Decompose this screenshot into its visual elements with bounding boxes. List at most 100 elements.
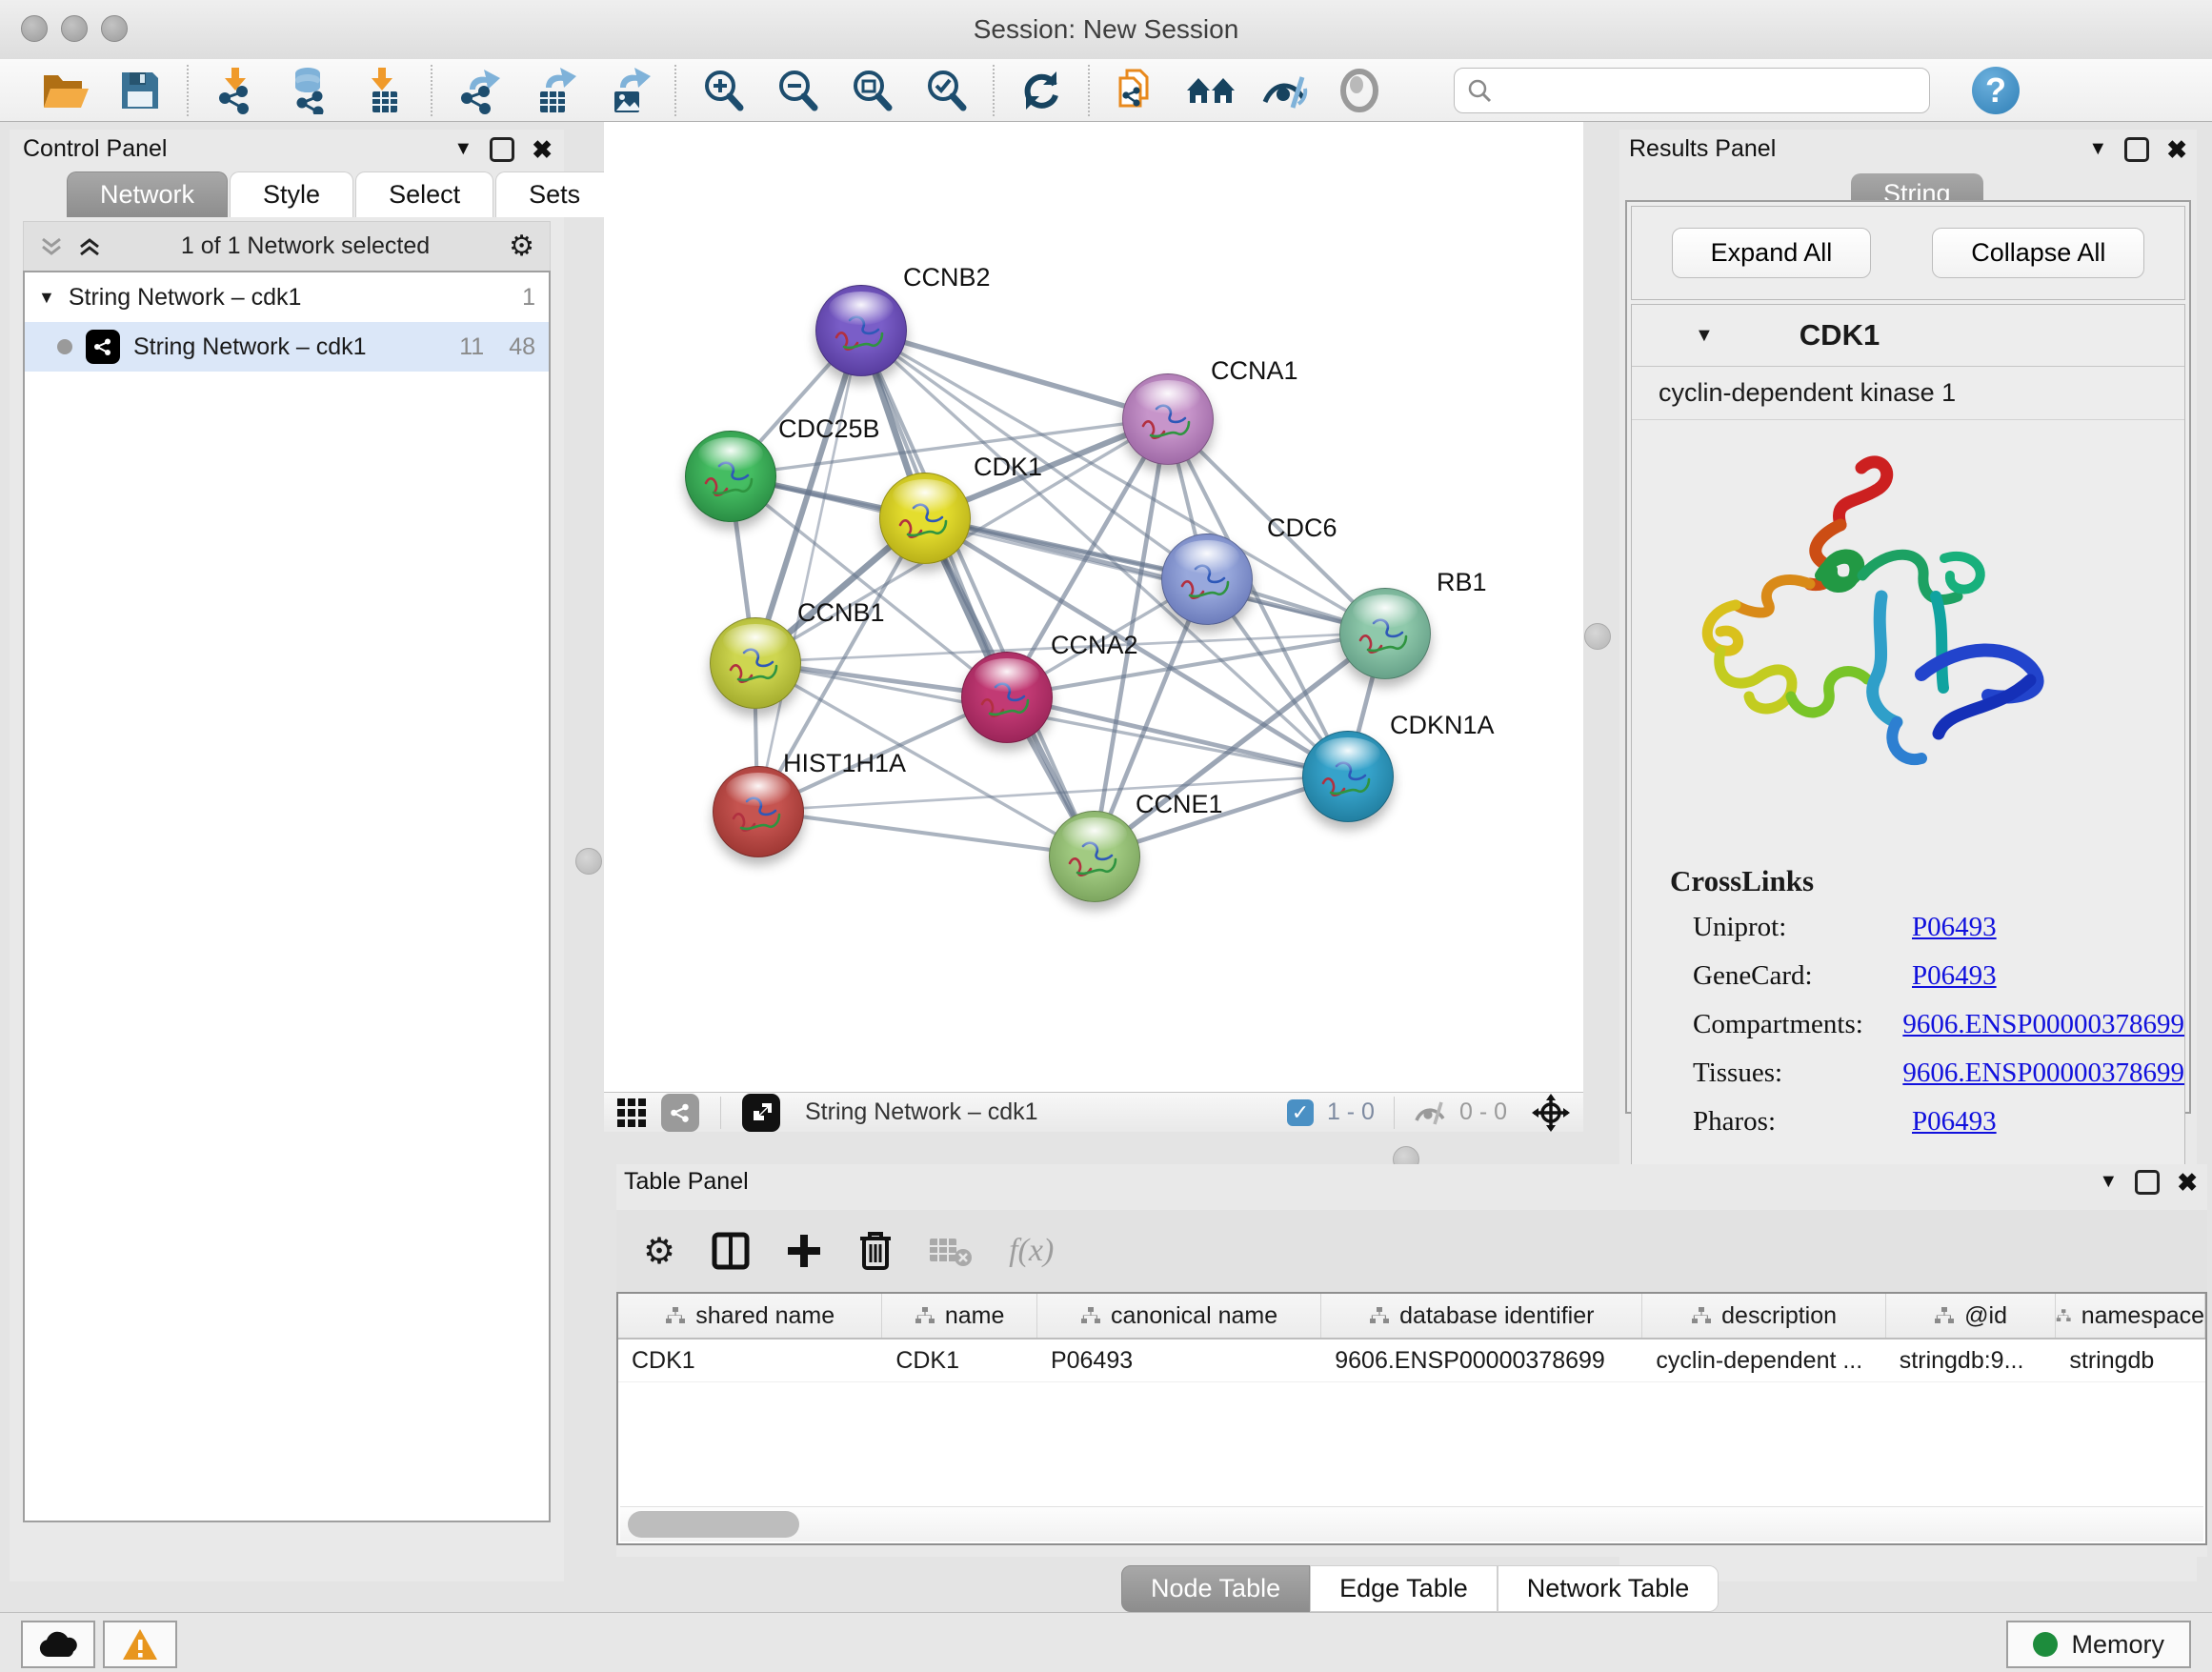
network-node-ccna1[interactable] — [1122, 373, 1214, 465]
zoom-selected-button[interactable] — [909, 62, 983, 119]
column-header-shared-name[interactable]: shared name — [618, 1294, 882, 1338]
collapse-all-button[interactable]: Collapse All — [1932, 228, 2144, 278]
section-expander-icon[interactable]: ▼ — [1695, 325, 1714, 347]
tab-sets[interactable]: Sets — [495, 171, 613, 217]
network-node-ccna2[interactable] — [961, 652, 1053, 743]
tab-style[interactable]: Style — [230, 171, 353, 217]
tab-node-table[interactable]: Node Table — [1121, 1565, 1310, 1612]
tab-network-table[interactable]: Network Table — [1498, 1565, 1719, 1612]
network-node-cdc25b[interactable] — [685, 431, 776, 522]
network-edge[interactable] — [757, 811, 1094, 856]
table-cell[interactable]: cyclin-dependent ... — [1642, 1340, 1885, 1381]
network-row[interactable]: String Network – cdk1 11 48 — [25, 322, 549, 372]
network-node-hist1h1a[interactable] — [713, 766, 804, 857]
import-network-file-button[interactable] — [198, 62, 272, 119]
panel-collapse-icon[interactable]: ▼ — [2099, 1171, 2118, 1193]
tab-select[interactable]: Select — [355, 171, 493, 217]
export-network-button[interactable] — [442, 62, 516, 119]
gear-icon[interactable]: ⚙ — [509, 230, 534, 263]
gene-section-header[interactable]: ▼ CDK1 — [1632, 305, 2184, 367]
table-cell[interactable]: stringdb:9... — [1886, 1340, 2057, 1381]
panel-close-icon[interactable]: ✖ — [2177, 1173, 2198, 1192]
tab-network[interactable]: Network — [67, 171, 228, 217]
network-node-ccne1[interactable] — [1049, 811, 1140, 902]
table-cell[interactable]: P06493 — [1037, 1340, 1321, 1381]
hidden-eye-icon[interactable] — [1414, 1099, 1446, 1126]
scrollbar-thumb[interactable] — [628, 1511, 799, 1538]
tree-expander-icon[interactable]: ▼ — [38, 288, 55, 308]
right-splitter-handle[interactable] — [1584, 623, 1611, 650]
panel-close-icon[interactable]: ✖ — [532, 140, 553, 159]
uniprot-link[interactable]: P06493 — [1912, 912, 1997, 943]
import-table-file-button[interactable] — [347, 62, 421, 119]
apply-layout-button[interactable] — [1004, 62, 1078, 119]
table-cell[interactable]: CDK1 — [882, 1340, 1037, 1381]
collapse-all-icon[interactable] — [39, 235, 64, 258]
pharos-link[interactable]: P06493 — [1912, 1106, 1997, 1138]
open-session-button[interactable] — [29, 62, 103, 119]
panel-float-icon[interactable] — [2124, 137, 2149, 162]
houses-button[interactable] — [1174, 62, 1248, 119]
grid-mode-icon[interactable] — [617, 1098, 646, 1127]
column-header-namespace[interactable]: namespace — [2056, 1294, 2205, 1338]
table-cell[interactable]: 9606.ENSP00000378699 — [1321, 1340, 1642, 1381]
table-horizontal-scrollbar[interactable] — [620, 1506, 2203, 1541]
network-node-cdkn1a[interactable] — [1302, 731, 1394, 822]
left-splitter-handle[interactable] — [575, 848, 602, 875]
tab-edge-table[interactable]: Edge Table — [1310, 1565, 1498, 1612]
function-builder-icon[interactable]: f(x) — [1009, 1233, 1054, 1269]
network-edge[interactable] — [757, 330, 860, 811]
table-cell[interactable]: stringdb — [2056, 1340, 2205, 1381]
zoom-window-icon[interactable] — [101, 15, 128, 42]
zoom-fit-button[interactable] — [835, 62, 909, 119]
network-node-cdk1[interactable] — [879, 473, 971, 564]
traffic-lights[interactable] — [21, 15, 141, 47]
panel-float-icon[interactable] — [490, 137, 514, 162]
save-session-button[interactable] — [103, 62, 177, 119]
delete-column-icon[interactable] — [858, 1231, 893, 1271]
expand-all-icon[interactable] — [77, 235, 102, 258]
view-mode-share-icon[interactable] — [661, 1094, 699, 1132]
expand-all-button[interactable]: Expand All — [1672, 228, 1872, 278]
network-node-ccnb1[interactable] — [710, 617, 801, 709]
string-import-button[interactable] — [1099, 62, 1174, 119]
minimize-window-icon[interactable] — [61, 15, 88, 42]
close-window-icon[interactable] — [21, 15, 48, 42]
crosshair-icon[interactable] — [1532, 1094, 1570, 1132]
search-input[interactable] — [1493, 74, 1897, 106]
network-collection-row[interactable]: ▼ String Network – cdk1 1 — [25, 272, 549, 322]
cloud-button[interactable] — [21, 1621, 95, 1668]
help-button[interactable]: ? — [1972, 67, 2020, 114]
table-cell[interactable]: CDK1 — [618, 1340, 882, 1381]
network-node-rb1[interactable] — [1339, 588, 1431, 679]
network-node-ccnb2[interactable] — [815, 285, 907, 376]
table-settings-gear-icon[interactable]: ⚙ — [643, 1230, 675, 1273]
add-column-icon[interactable] — [786, 1233, 822, 1269]
birdseye-toggle-icon[interactable] — [742, 1094, 780, 1132]
network-canvas[interactable]: CCNB2CCNA1CDC25BCDK1CDC6RB1CCNB1CCNA2CDK… — [604, 122, 1583, 1092]
tissues-link[interactable]: 9606.ENSP00000378699 — [1902, 1058, 2184, 1089]
export-table-button[interactable] — [516, 62, 591, 119]
show-graphics-details-button[interactable] — [1248, 62, 1322, 119]
panel-collapse-icon[interactable]: ▼ — [2088, 138, 2107, 160]
node-table[interactable]: shared namenamecanonical namedatabase id… — [616, 1292, 2207, 1545]
table-row[interactable]: CDK1CDK1P064939606.ENSP00000378699cyclin… — [618, 1340, 2205, 1382]
network-node-cdc6[interactable] — [1161, 534, 1253, 625]
toolbar-search[interactable] — [1454, 68, 1930, 113]
column-header-canonical-name[interactable]: canonical name — [1037, 1294, 1321, 1338]
genecard-link[interactable]: P06493 — [1912, 960, 1997, 992]
delete-table-icon[interactable] — [929, 1235, 973, 1267]
zoom-out-button[interactable] — [760, 62, 835, 119]
zoom-in-button[interactable] — [686, 62, 760, 119]
show-columns-icon[interactable] — [712, 1232, 750, 1270]
column-header-description[interactable]: description — [1642, 1294, 1885, 1338]
memory-button[interactable]: Memory — [2006, 1621, 2191, 1668]
network-edge[interactable] — [1006, 696, 1347, 776]
panel-close-icon[interactable]: ✖ — [2166, 140, 2187, 159]
warnings-button[interactable] — [103, 1621, 177, 1668]
highlight-toggle-button[interactable] — [1322, 62, 1397, 119]
panel-float-icon[interactable] — [2135, 1170, 2160, 1195]
import-network-database-button[interactable] — [272, 62, 347, 119]
panel-collapse-icon[interactable]: ▼ — [453, 138, 473, 160]
column-header--id[interactable]: @id — [1886, 1294, 2057, 1338]
